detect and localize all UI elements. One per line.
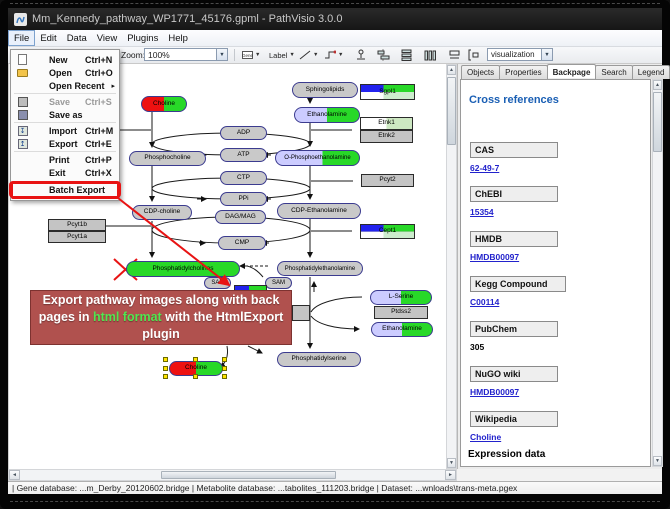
frame-bottom-dash (10, 501, 660, 502)
scrollbar-thumb[interactable] (161, 471, 336, 479)
shape-tool-icon (324, 50, 336, 60)
scrollbar-thumb[interactable] (447, 77, 456, 145)
toolbar-separator (234, 49, 235, 61)
distribute-columns-button[interactable] (421, 48, 440, 62)
chevron-down-icon[interactable]: ▼ (255, 52, 260, 58)
xref-value: 305 (470, 342, 558, 352)
distribute-vertical-icon (400, 49, 413, 61)
xref-link[interactable]: C00114 (470, 297, 558, 307)
distribute-horizontal-icon (424, 49, 437, 61)
tab-search[interactable]: Search (595, 65, 632, 79)
scroll-up-icon[interactable]: ▲ (447, 65, 456, 75)
zoom-value: 100% (145, 50, 216, 60)
stack-button[interactable] (445, 48, 464, 62)
stamp-icon (355, 49, 368, 61)
xref-section-chebi: ChEBI 15354 (470, 186, 558, 217)
zoom-combobox[interactable]: 100% ▼ (144, 48, 228, 61)
xref-section-cas: CAS 62-49-7 (470, 142, 558, 173)
menu-edit[interactable]: Edit (35, 30, 61, 46)
tab-backpage[interactable]: Backpage (547, 64, 597, 78)
xref-section-hmdb: HMDB HMDB00097 (470, 231, 558, 262)
scroll-down-icon[interactable]: ▼ (653, 456, 662, 466)
xref-header: PubChem (470, 321, 558, 337)
bracket-button[interactable] (464, 48, 483, 62)
window-title: Mm_Kennedy_pathway_WP1771_45176.gpml - P… (32, 13, 342, 25)
gene-node-tool-button[interactable]: Gene ▼ (239, 48, 263, 62)
line-tool-button[interactable]: ▼ (296, 48, 321, 62)
side-panel: Objects Properties Backpage Search Legen… (457, 64, 662, 469)
zoom-label: Zoom: (121, 50, 145, 60)
menu-bar: File Edit Data View Plugins Help (8, 30, 662, 47)
xref-header: Kegg Compound (470, 276, 566, 292)
xref-header: CAS (470, 142, 558, 158)
tab-objects[interactable]: Objects (461, 65, 500, 79)
label-tool-button[interactable]: Label ▼ (266, 48, 298, 62)
annotation-arrow-layer (8, 64, 446, 469)
xref-section-nugo: NuGO wiki HMDB00097 (470, 366, 558, 397)
frame-top-dash (10, 3, 660, 4)
title-bar[interactable]: Mm_Kennedy_pathway_WP1771_45176.gpml - P… (8, 8, 662, 30)
stack-icon (448, 49, 461, 61)
align-center-button[interactable] (374, 48, 393, 62)
panel-vertical-scrollbar[interactable]: ▲ ▼ (652, 79, 663, 467)
xref-section-wikipedia: Wikipedia Choline (470, 411, 558, 442)
align-anchor-button[interactable] (352, 48, 371, 62)
application-window-frame: Mm_Kennedy_pathway_WP1771_45176.gpml - P… (0, 0, 670, 509)
annotation-callout: Export pathway images along with back pa… (30, 290, 292, 345)
chevron-down-icon[interactable]: ▼ (289, 52, 294, 58)
scroll-left-icon[interactable]: ◄ (9, 470, 20, 480)
menu-file[interactable]: File (8, 30, 35, 46)
cross-references-heading: Cross references (469, 94, 650, 106)
chevron-down-icon[interactable]: ▼ (216, 49, 227, 60)
chevron-down-icon[interactable]: ▼ (541, 49, 552, 60)
align-center-icon (377, 49, 390, 61)
xref-link[interactable]: 15354 (470, 207, 558, 217)
menu-data[interactable]: Data (62, 30, 92, 46)
chevron-down-icon[interactable]: ▼ (338, 52, 343, 58)
red-annotation-arrow (118, 198, 229, 285)
distribute-rows-button[interactable] (397, 48, 416, 62)
status-bar-text: | Gene database: ...m_Derby_20120602.bri… (12, 483, 517, 493)
callout-text: with the HtmlExport plugin (142, 310, 283, 341)
xref-link[interactable]: 62-49-7 (470, 163, 558, 173)
expression-data-heading: Expression data (468, 449, 545, 460)
menu-help[interactable]: Help (163, 30, 193, 46)
xref-link[interactable]: Choline (470, 432, 558, 442)
scroll-right-icon[interactable]: ► (445, 470, 456, 480)
xref-header: HMDB (470, 231, 558, 247)
scrollbar-thumb[interactable] (653, 92, 662, 152)
xref-link[interactable]: HMDB00097 (470, 252, 558, 262)
canvas-horizontal-scrollbar[interactable]: ◄ ► (8, 469, 457, 481)
tab-legend[interactable]: Legend (632, 65, 670, 79)
visualization-combobox[interactable]: visualization ▼ (487, 48, 553, 61)
side-panel-tabs: Objects Properties Backpage Search Legen… (461, 65, 669, 79)
tab-properties[interactable]: Properties (499, 65, 547, 79)
bracket-icon (467, 49, 480, 61)
xref-header: Wikipedia (470, 411, 558, 427)
xref-header: NuGO wiki (470, 366, 558, 382)
visualization-value: visualization (488, 50, 541, 59)
pathvisio-window: Mm_Kennedy_pathway_WP1771_45176.gpml - P… (8, 8, 662, 494)
backpage-content: Cross references CAS 62-49-7 ChEBI 15354… (460, 79, 651, 467)
pathvisio-app-icon (14, 13, 27, 26)
xref-header: ChEBI (470, 186, 558, 202)
shape-tool-button[interactable]: ▼ (321, 48, 346, 62)
scroll-down-icon[interactable]: ▼ (447, 458, 456, 468)
status-bar: | Gene database: ...m_Derby_20120602.bri… (8, 481, 662, 494)
xref-link[interactable]: HMDB00097 (470, 387, 558, 397)
xref-section-pubchem: PubChem 305 (470, 321, 558, 352)
callout-highlight-text: html format (93, 310, 162, 324)
xref-section-kegg: Kegg Compound C00114 (470, 276, 558, 307)
line-tool-icon (299, 50, 311, 60)
gene-node-icon: Gene (242, 51, 253, 59)
menu-plugins[interactable]: Plugins (122, 30, 163, 46)
canvas-vertical-scrollbar[interactable]: ▲ ▼ (446, 64, 457, 469)
menu-view[interactable]: View (92, 30, 122, 46)
chevron-down-icon[interactable]: ▼ (313, 52, 318, 58)
scroll-up-icon[interactable]: ▲ (653, 80, 662, 90)
label-tool-text: Label (269, 51, 287, 60)
